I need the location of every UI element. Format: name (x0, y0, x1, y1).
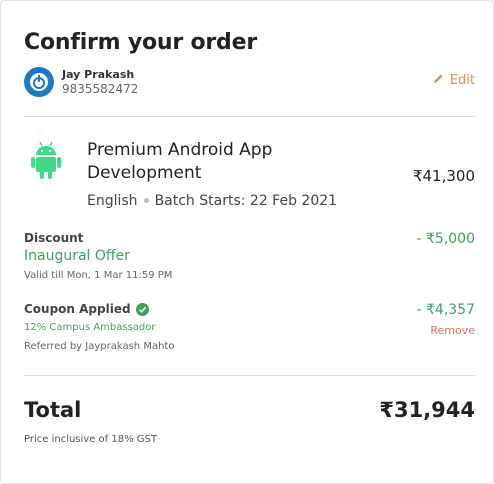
gst-note: Price inclusive of 18% GST (24, 434, 157, 445)
course-name: Premium Android App Development (87, 140, 273, 183)
check-circle-icon (135, 302, 149, 316)
course-batch: Batch Starts: 22 Feb 2021 (154, 193, 338, 209)
user-phone: 9835582472 (62, 82, 139, 96)
course-meta: English Batch Starts: 22 Feb 2021 (87, 193, 337, 209)
coupon-label-text: Coupon Applied (24, 302, 131, 316)
total-label: Total (24, 398, 82, 422)
android-icon (31, 140, 61, 180)
coupon-name: 12% Campus Ambassador (24, 322, 156, 333)
coupon-label: Coupon Applied (24, 302, 149, 316)
power-icon (24, 67, 54, 97)
coupon-referrer: Referred by Jayprakash Mahto (24, 341, 175, 352)
separator-dot (143, 197, 149, 203)
discount-amount: - ₹5,000 (416, 231, 476, 247)
divider (24, 375, 475, 376)
remove-coupon-button[interactable]: Remove (430, 324, 475, 337)
course-price: ₹41,300 (412, 167, 475, 185)
discount-validity: Valid till Mon, 1 Mar 11:59 PM (24, 270, 173, 281)
order-summary-card: Confirm your order Jay Prakash 983558247… (0, 0, 494, 484)
page-title: Confirm your order (24, 30, 257, 55)
discount-label: Discount (24, 231, 84, 245)
user-info: Jay Prakash 9835582472 (24, 67, 324, 97)
total-amount: ₹31,944 (379, 398, 475, 422)
coupon-amount: - ₹4,357 (416, 302, 476, 318)
divider (24, 116, 475, 117)
edit-label: Edit (449, 73, 475, 88)
pencil-icon (433, 73, 444, 88)
discount-offer: Inaugural Offer (24, 248, 130, 264)
user-name: Jay Prakash (62, 68, 135, 81)
edit-button[interactable]: Edit (433, 73, 475, 88)
course-language: English (87, 193, 138, 209)
